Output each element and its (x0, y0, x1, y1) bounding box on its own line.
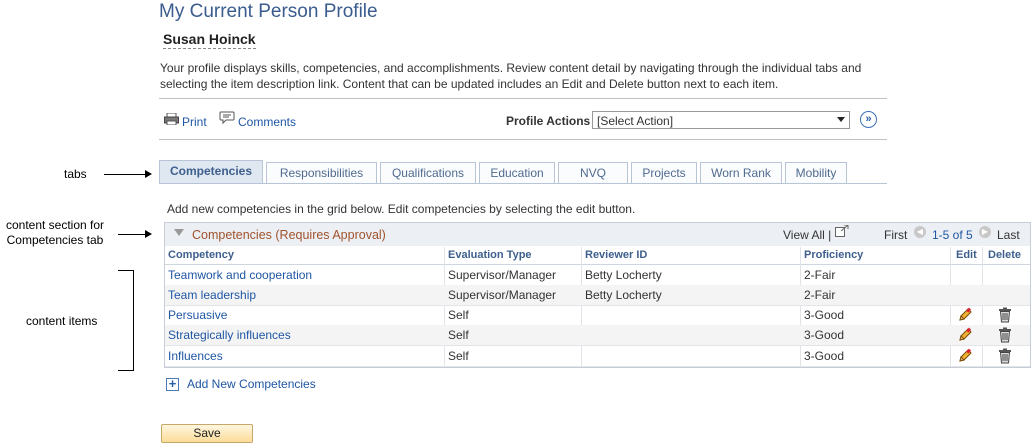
evaluation-type: Self (448, 328, 469, 342)
range-label: 1-5 of 5 (932, 228, 973, 242)
col-reviewer-id: Reviewer ID (585, 247, 648, 264)
annotation-content-items: content items (26, 314, 98, 328)
tab-projects[interactable]: Projects (631, 162, 697, 183)
print-icon[interactable] (164, 112, 179, 128)
zoom-icon[interactable] (835, 224, 849, 240)
annotation-line: Competencies tab (6, 233, 104, 247)
trash-icon[interactable] (998, 348, 1012, 367)
collapse-triangle-icon[interactable] (174, 229, 184, 236)
annotation-bracket (118, 270, 134, 371)
first-link[interactable]: First (884, 228, 907, 242)
divider (159, 98, 887, 99)
page-title: My Current Person Profile (159, 1, 378, 22)
save-button[interactable]: Save (161, 424, 253, 443)
proficiency: 3-Good (804, 308, 845, 322)
evaluation-type: Supervisor/Manager (448, 268, 557, 282)
table-row (165, 346, 1030, 367)
annotation-tabs: tabs (64, 167, 87, 181)
competency-link[interactable]: Strategically influences (168, 325, 291, 345)
annotation-arrow (104, 174, 145, 175)
proficiency: 3-Good (804, 328, 845, 342)
tab-worn-rank[interactable]: Worn Rank (700, 162, 782, 183)
comments-icon[interactable] (219, 111, 235, 128)
annotation-arrow (118, 234, 145, 235)
tab-education[interactable]: Education (479, 162, 555, 183)
profile-description: Your profile displays skills, competenci… (160, 61, 862, 91)
trash-icon[interactable] (998, 327, 1012, 346)
proficiency: 3-Good (804, 349, 845, 363)
profile-actions-label: Profile Actions (506, 114, 591, 128)
arrow-right-icon (145, 230, 152, 238)
evaluation-type: Self (448, 349, 469, 363)
profile-actions-select[interactable]: [Select Action] (592, 111, 850, 129)
tab-competencies[interactable]: Competencies (159, 160, 263, 183)
pencil-icon[interactable] (957, 348, 973, 367)
print-link[interactable]: Print (182, 115, 207, 129)
annotation-line: content section for (5, 218, 105, 232)
view-all-link[interactable]: View All | (783, 228, 831, 242)
table-row (165, 325, 1030, 346)
grid-title: Competencies (Requires Approval) (192, 228, 386, 242)
annotation-content-section: content section for Competencies tab (0, 218, 110, 248)
previous-icon[interactable]: ◀ (914, 226, 926, 238)
competency-link[interactable]: Influences (168, 346, 223, 366)
proficiency: 2-Fair (804, 268, 836, 282)
divider (159, 139, 887, 140)
go-button[interactable]: » (860, 111, 877, 128)
trash-icon[interactable] (998, 307, 1012, 326)
col-edit: Edit (956, 247, 977, 264)
tab-qualifications[interactable]: Qualifications (380, 162, 476, 183)
col-evaluation-type: Evaluation Type (448, 247, 532, 264)
profile-actions-value: [Select Action] (597, 114, 674, 128)
tab-mobility[interactable]: Mobility (785, 162, 847, 183)
reviewer-id: Betty Locherty (585, 268, 662, 282)
competency-link[interactable]: Persuasive (168, 305, 227, 325)
col-delete: Delete (988, 247, 1022, 264)
add-icon[interactable]: + (166, 377, 179, 391)
proficiency: 2-Fair (804, 288, 836, 302)
competency-link[interactable]: Teamwork and cooperation (168, 265, 312, 285)
tab-bar-line (159, 183, 887, 184)
tab-nvq[interactable]: NVQ (558, 162, 628, 183)
grid-intro: Add new competencies in the grid below. … (167, 202, 636, 216)
add-new-competencies-link[interactable]: Add New Competencies (187, 377, 316, 391)
tab-responsibilities[interactable]: Responsibilities (266, 162, 377, 183)
person-name: Susan Hoinck (163, 31, 256, 49)
evaluation-type: Supervisor/Manager (448, 288, 557, 302)
last-link[interactable]: Last (997, 228, 1020, 242)
pencil-icon[interactable] (957, 327, 973, 346)
evaluation-type: Self (448, 308, 469, 322)
pencil-icon[interactable] (957, 307, 973, 326)
chevron-down-icon (837, 117, 845, 122)
bracket-top (118, 270, 119, 271)
comments-link[interactable]: Comments (238, 115, 296, 129)
col-competency: Competency (168, 247, 235, 264)
next-icon[interactable]: ▶ (979, 226, 991, 238)
arrow-right-icon (145, 170, 152, 178)
competency-link[interactable]: Team leadership (168, 285, 256, 305)
table-row (165, 305, 1030, 326)
reviewer-id: Betty Locherty (585, 288, 662, 302)
col-proficiency: Proficiency (804, 247, 864, 264)
